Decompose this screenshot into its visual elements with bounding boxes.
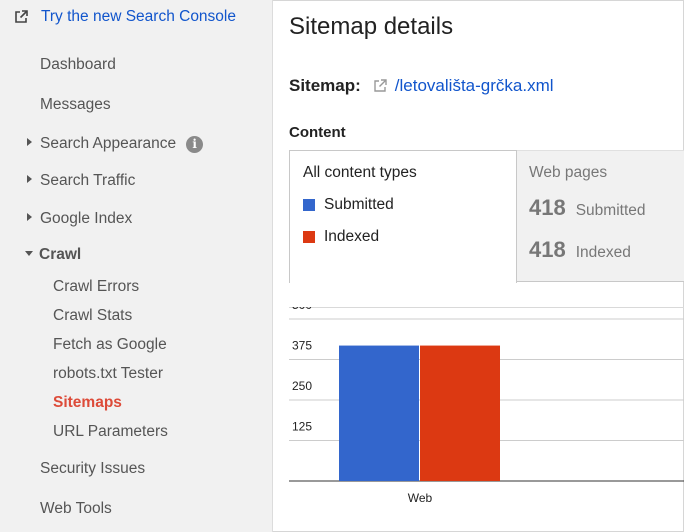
sidebar-subitem-robots-tester[interactable]: robots.txt Tester xyxy=(53,365,163,383)
sidebar: Try the new Search Console Dashboard Mes… xyxy=(0,0,273,532)
y-tick-label: 375 xyxy=(292,339,312,353)
sidebar-item-label: Search Appearance xyxy=(40,135,177,152)
new-search-console-link[interactable]: Try the new Search Console xyxy=(14,8,236,26)
legend-swatch-indexed xyxy=(303,231,315,243)
tab-label: Web pages xyxy=(529,164,608,181)
caret-down-icon xyxy=(25,251,33,256)
tab-web-pages[interactable]: Web pages 418 Submitted 418 Indexed xyxy=(517,150,684,282)
sidebar-item-web-tools[interactable]: Web Tools xyxy=(40,500,112,518)
legend-indexed: Indexed xyxy=(303,228,379,246)
sidebar-item-label: Web Tools xyxy=(40,500,112,517)
sidebar-item-label: Dashboard xyxy=(40,56,116,73)
sidebar-item-label: Crawl xyxy=(39,246,82,263)
sidebar-item-messages[interactable]: Messages xyxy=(40,96,111,114)
external-link-icon[interactable] xyxy=(373,79,387,93)
submitted-label: Submitted xyxy=(575,202,646,219)
content-heading: Content xyxy=(289,124,346,141)
sidebar-item-label: Google Index xyxy=(40,210,133,227)
external-link-icon xyxy=(15,10,28,23)
sidebar-item-search-traffic[interactable]: Search Traffic xyxy=(27,172,135,190)
sidebar-item-label: Security Issues xyxy=(40,460,146,477)
sidebar-item-search-appearance[interactable]: Search Appearance i xyxy=(27,135,204,153)
sitemap-file-link[interactable]: /letovališta-grčka.xml xyxy=(395,76,554,96)
tab-all-content-types[interactable]: All content types Submitted Indexed xyxy=(289,150,517,283)
bar-indexed xyxy=(420,345,500,481)
bar-submitted xyxy=(339,345,419,481)
stat-submitted: 418 Submitted xyxy=(529,195,646,221)
sidebar-item-crawl[interactable]: Crawl xyxy=(25,246,81,264)
tab-label: All content types xyxy=(303,164,417,181)
sidebar-subitem-crawl-stats[interactable]: Crawl Stats xyxy=(53,307,132,325)
legend-label: Submitted xyxy=(324,196,394,213)
sidebar-item-label: Messages xyxy=(40,96,111,113)
y-tick-label: 250 xyxy=(292,379,312,393)
indexed-label: Indexed xyxy=(575,244,631,261)
sidebar-item-security-issues[interactable]: Security Issues xyxy=(40,460,145,478)
legend-swatch-submitted xyxy=(303,199,315,211)
y-tick-label: 125 xyxy=(292,420,312,434)
sidebar-subitem-fetch-as-google[interactable]: Fetch as Google xyxy=(53,336,167,354)
page-title: Sitemap details xyxy=(289,13,454,40)
stat-indexed: 418 Indexed xyxy=(529,237,631,263)
main-content: Sitemap details Sitemap: /letovališta-gr… xyxy=(274,0,684,532)
legend-label: Indexed xyxy=(324,228,380,245)
info-icon[interactable]: i xyxy=(186,136,204,153)
caret-right-icon xyxy=(27,175,32,183)
sitemap-row: Sitemap: /letovališta-grčka.xml xyxy=(289,76,554,96)
sitemap-label: Sitemap: xyxy=(289,76,361,95)
sidebar-item-dashboard[interactable]: Dashboard xyxy=(40,56,116,74)
submitted-count: 418 xyxy=(529,195,566,220)
promo-label: Try the new Search Console xyxy=(41,8,236,25)
caret-right-icon xyxy=(27,138,32,146)
indexed-count: 418 xyxy=(529,237,566,262)
sidebar-subitem-crawl-errors[interactable]: Crawl Errors xyxy=(53,278,139,296)
sidebar-subitem-url-parameters[interactable]: URL Parameters xyxy=(53,423,168,441)
y-tick-label: 500 xyxy=(292,307,312,312)
sidebar-item-label: Search Traffic xyxy=(40,172,136,189)
x-tick-label: Web xyxy=(408,491,433,505)
caret-right-icon xyxy=(27,213,32,221)
legend-submitted: Submitted xyxy=(303,196,394,214)
sidebar-item-google-index[interactable]: Google Index xyxy=(27,210,132,228)
sidebar-subitem-sitemaps[interactable]: Sitemaps xyxy=(53,394,122,412)
sitemap-chart: 125 250 375 500 Web xyxy=(289,307,684,505)
